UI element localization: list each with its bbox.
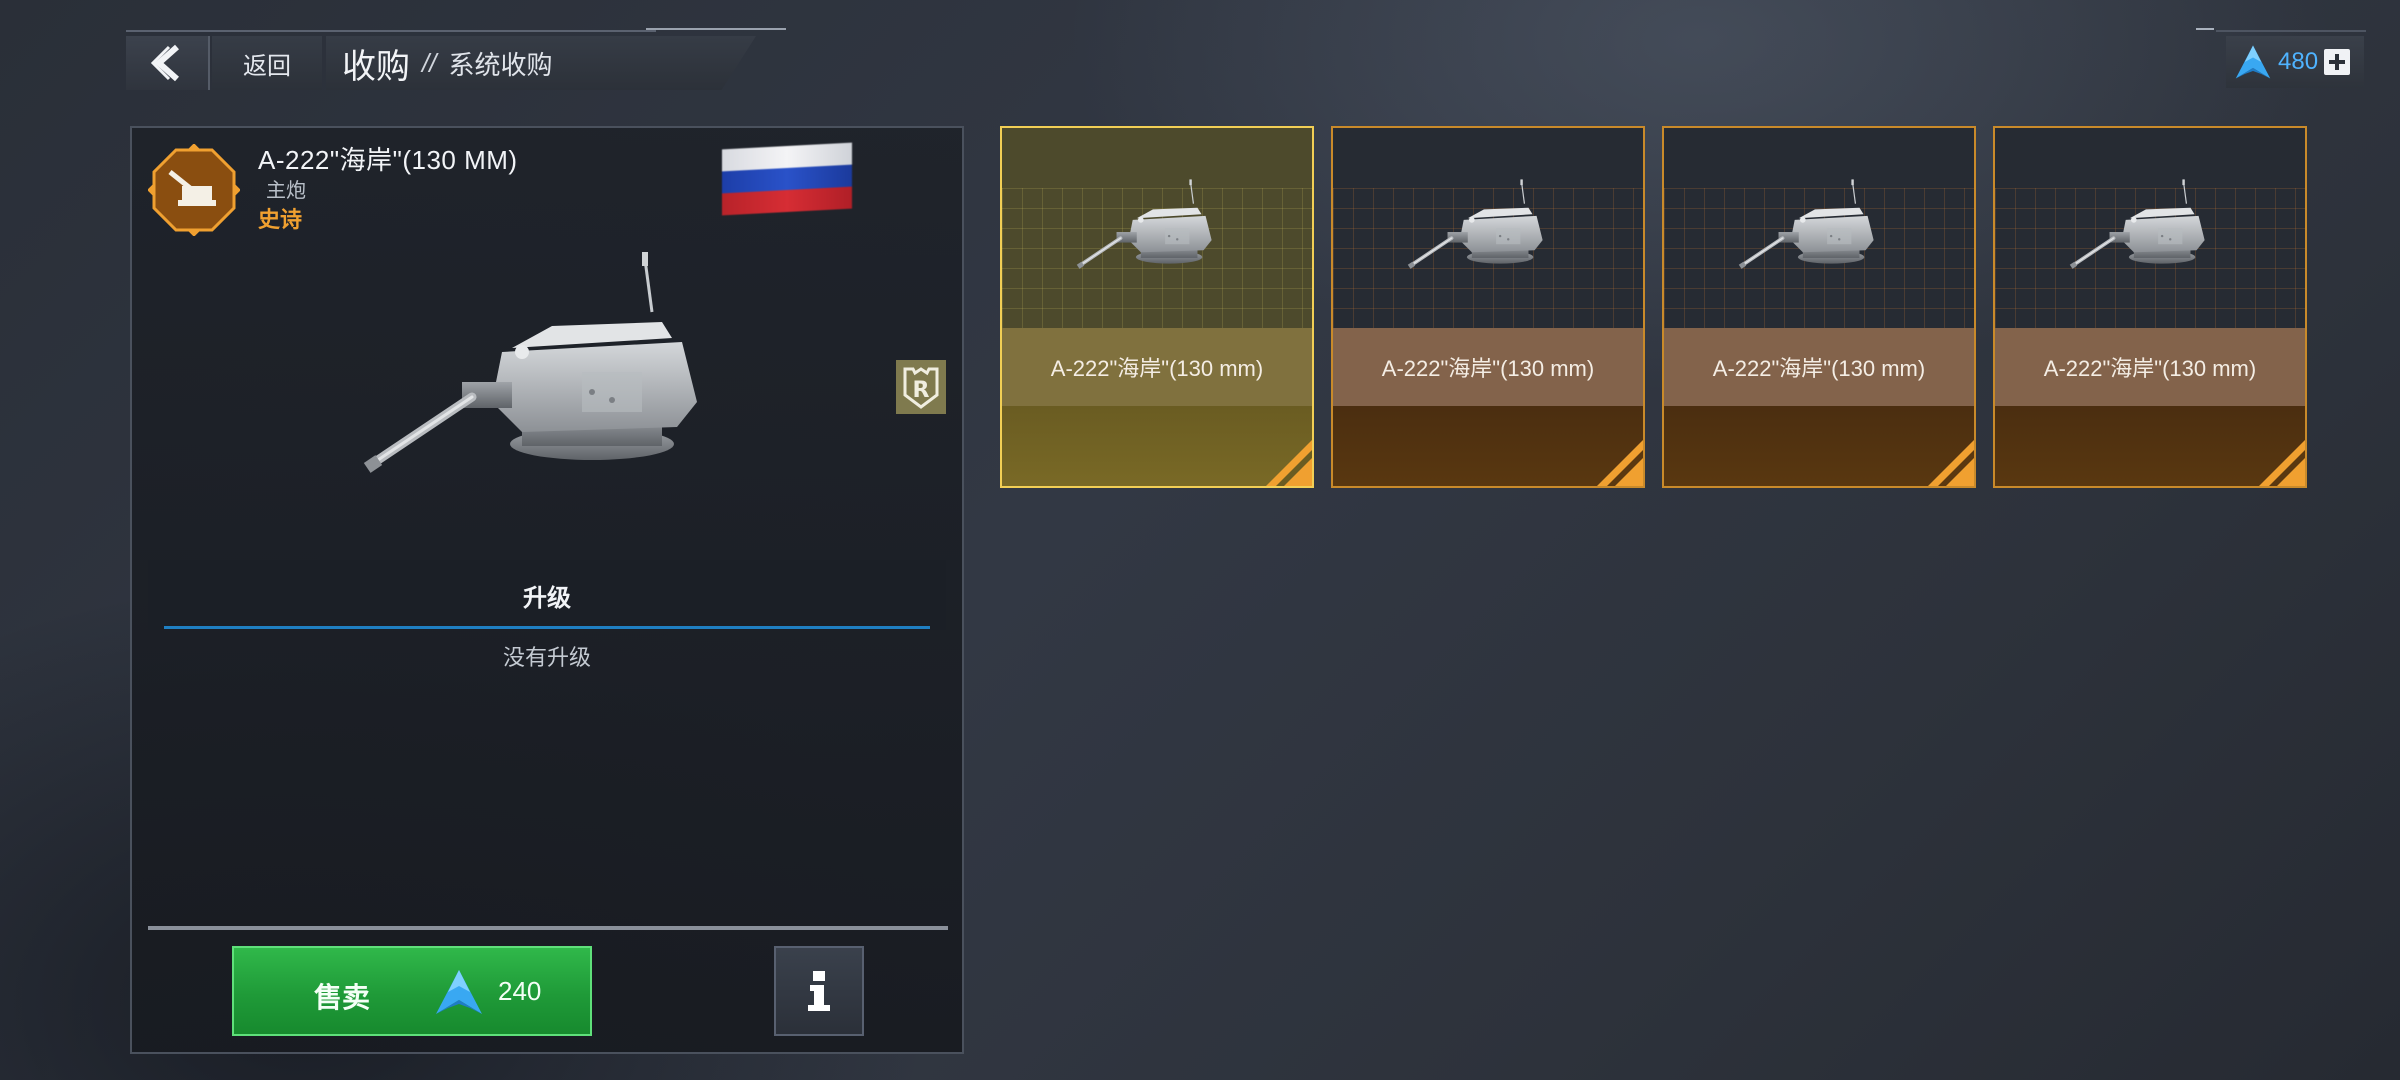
turret-thumbnail — [1403, 168, 1573, 288]
page-subtitle: 系统收购 — [448, 49, 553, 80]
breadcrumb-separator: // — [422, 47, 437, 78]
sell-price: 240 — [498, 976, 542, 1006]
currency-tick — [2196, 28, 2214, 30]
item-card[interactable]: A-222"海岸"(130 mm) — [1331, 126, 1645, 488]
chevron-left-icon — [150, 44, 179, 82]
rarity-corner-icon — [1597, 440, 1643, 486]
currency-a-icon — [2235, 45, 2271, 79]
back-button[interactable]: 返回 — [212, 36, 322, 90]
card-label: A-222"海岸"(130 mm) — [1333, 328, 1643, 406]
item-detail-panel: A-222"海岸"(130 MM) 主炮 史诗 R 升级 没有升级 售卖 240 — [130, 126, 964, 1054]
rarity-corner-icon — [2259, 440, 2305, 486]
russia-flag — [722, 142, 852, 216]
item-card[interactable]: A-222"海岸"(130 mm) — [1993, 126, 2307, 488]
divider — [148, 926, 948, 930]
card-label: A-222"海岸"(130 mm) — [1002, 328, 1312, 406]
turret-thumbnail — [1072, 168, 1242, 288]
item-card[interactable]: A-222"海岸"(130 mm) — [1662, 126, 1976, 488]
r-badge-icon[interactable]: R — [896, 360, 946, 414]
top-bar-tick — [646, 28, 786, 30]
currency-line — [2216, 30, 2366, 32]
currency-display[interactable]: 480 — [2226, 36, 2364, 88]
turret-thumbnail — [2065, 168, 2235, 288]
currency-amount: 480 — [2278, 48, 2319, 75]
card-label: A-222"海岸"(130 mm) — [1995, 328, 2305, 406]
top-bar-line — [126, 30, 656, 32]
info-icon — [808, 971, 830, 1011]
upgrade-empty-text: 没有升级 — [502, 645, 591, 670]
svg-text:R: R — [913, 378, 930, 403]
tab-underline — [164, 626, 930, 629]
rarity-corner-icon — [1928, 440, 1974, 486]
back-arrow-button[interactable] — [126, 36, 210, 90]
item-name: A-222"海岸"(130 MM) — [258, 145, 518, 175]
item-card[interactable]: A-222"海岸"(130 mm) — [1000, 126, 1314, 488]
plus-icon[interactable] — [2324, 49, 2351, 75]
item-rarity: 史诗 — [258, 207, 303, 232]
item-type: 主炮 — [266, 180, 306, 202]
info-button[interactable] — [774, 946, 864, 1036]
breadcrumb: 收购 // 系统收购 — [326, 36, 756, 90]
rarity-corner-icon — [1266, 440, 1312, 486]
sell-button[interactable]: 售卖 240 — [232, 946, 592, 1036]
turret-thumbnail — [1734, 168, 1904, 288]
currency-a-icon — [436, 970, 482, 1014]
main-gun-category-icon — [148, 144, 240, 236]
page-title: 收购 — [342, 47, 410, 86]
card-label: A-222"海岸"(130 mm) — [1664, 328, 1974, 406]
tab-upgrade[interactable]: 升级 — [148, 560, 946, 630]
sell-label: 售卖 — [314, 982, 371, 1013]
turret-image — [352, 252, 772, 492]
